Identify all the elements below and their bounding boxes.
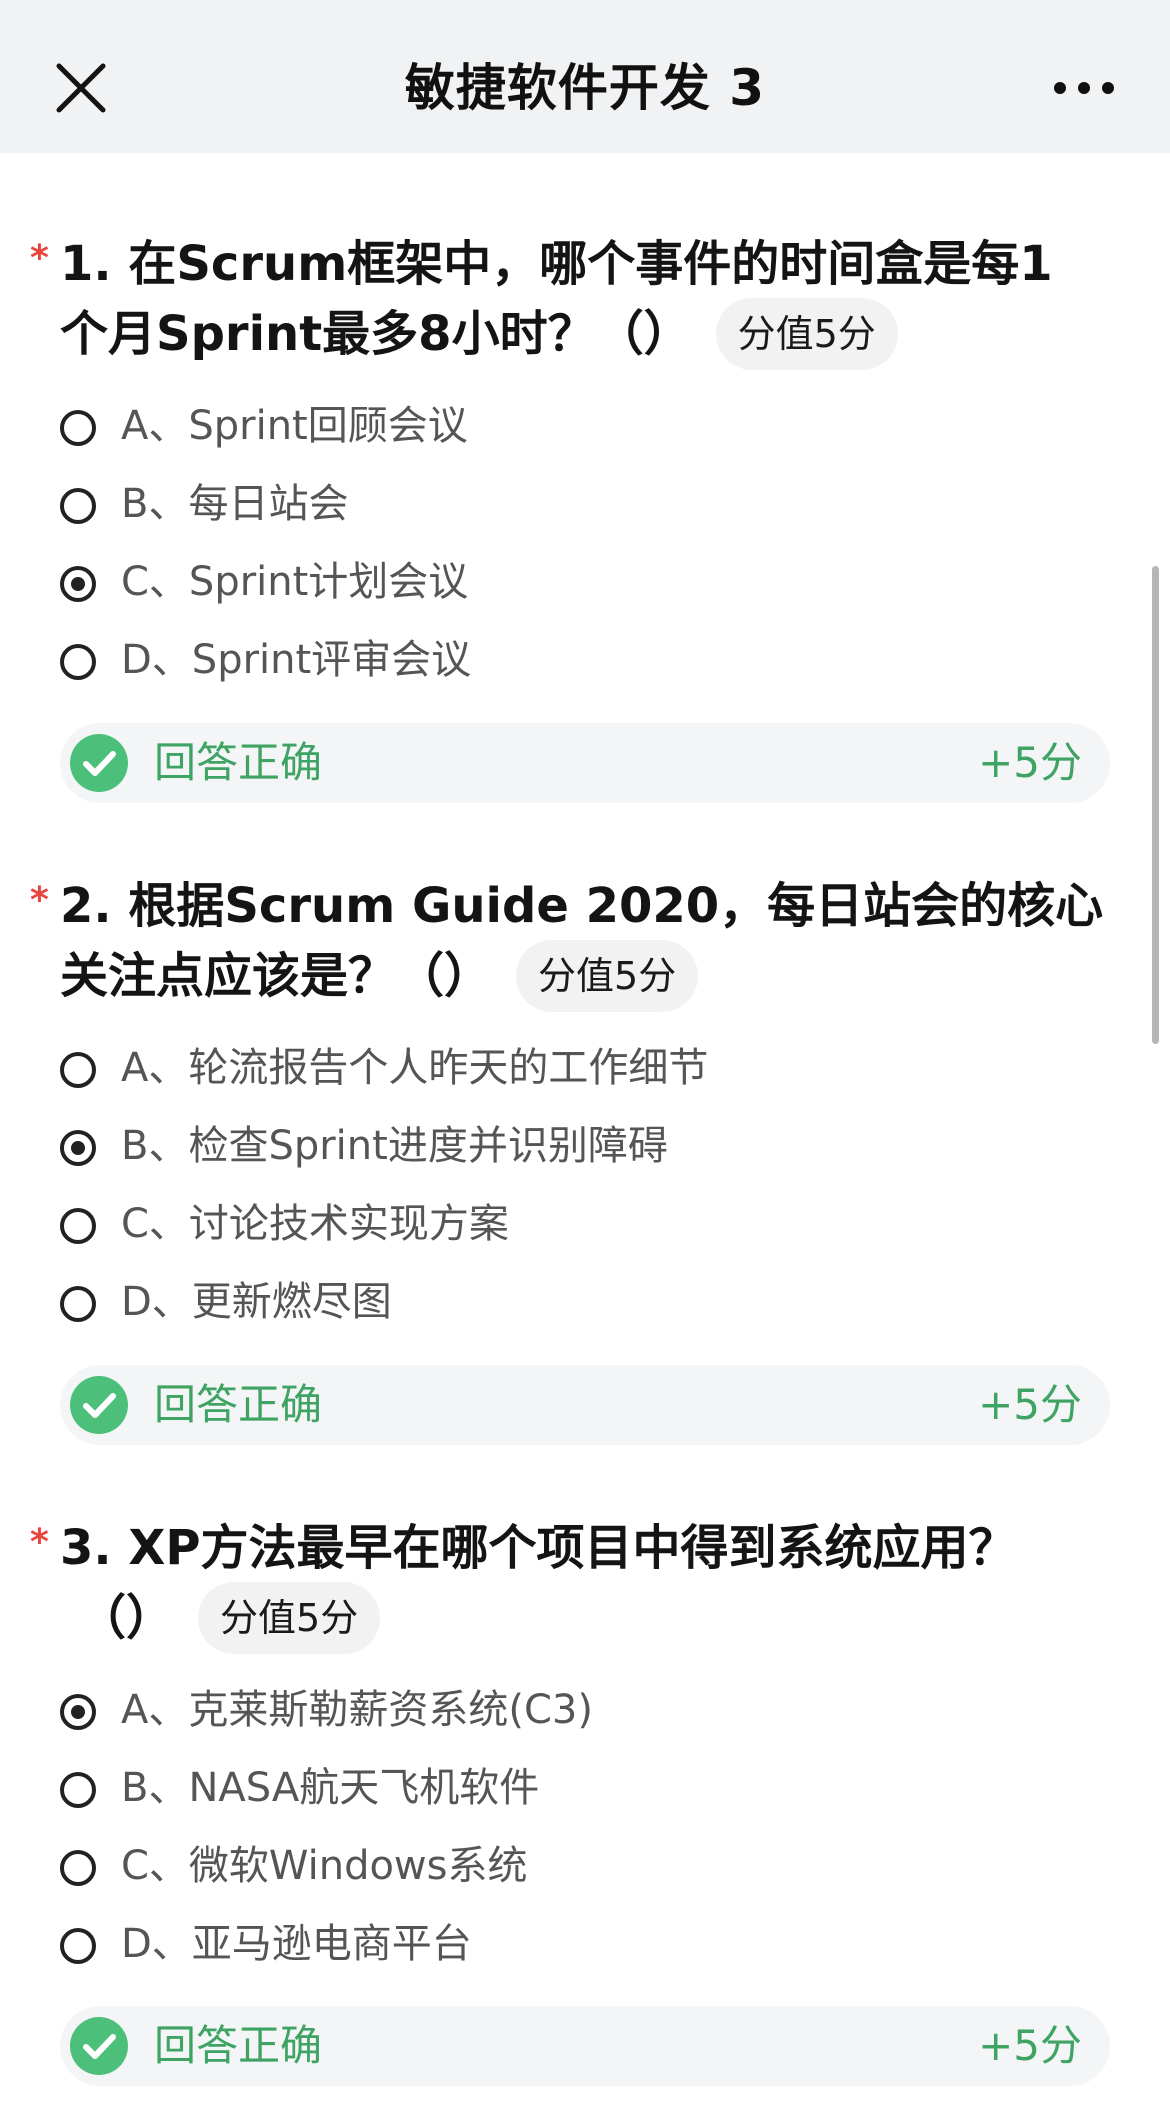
score-badge: 分值5分 — [198, 1582, 381, 1654]
option-a[interactable]: A、Sprint回顾会议 — [58, 398, 1058, 456]
score-badge: 分值5分 — [516, 940, 699, 1012]
page-title: 敏捷软件开发 3 — [404, 59, 766, 117]
check-circle-icon — [70, 734, 128, 792]
option-label: D、更新燃尽图 — [121, 1279, 392, 1325]
radio-icon[interactable] — [60, 1052, 96, 1088]
radio-selected-icon[interactable] — [60, 566, 96, 602]
check-circle-icon — [70, 1376, 128, 1434]
option-c[interactable]: C、Sprint计划会议 — [58, 554, 1058, 612]
score-badge: 分值5分 — [715, 298, 898, 370]
radio-icon[interactable] — [60, 644, 96, 680]
option-label: D、亚马逊电商平台 — [121, 1921, 472, 1967]
option-label: C、讨论技术实现方案 — [121, 1201, 509, 1247]
result-score: +5分 — [978, 1380, 1082, 1429]
option-b[interactable]: B、NASA航天飞机软件 — [58, 1760, 1058, 1818]
option-b[interactable]: B、每日站会 — [58, 476, 1058, 534]
option-label: A、克莱斯勒薪资系统(C3) — [121, 1687, 593, 1733]
question-title-line: 关注点应该是？（） 分值5分 — [60, 940, 699, 1012]
answer-result: 回答正确 +5分 — [60, 723, 1110, 803]
option-a[interactable]: A、克莱斯勒薪资系统(C3) — [58, 1682, 1058, 1740]
required-mark: * — [30, 880, 49, 921]
question-title-line: 3. XP方法最早在哪个项目中得到系统应用？ — [60, 1520, 1017, 1576]
question-title-line: 1. 在Scrum框架中，哪个事件的时间盒是每1 — [60, 236, 1053, 292]
option-d[interactable]: D、亚马逊电商平台 — [58, 1916, 1058, 1974]
option-d[interactable]: D、更新燃尽图 — [58, 1274, 1058, 1332]
option-label: C、微软Windows系统 — [121, 1843, 528, 1889]
question-title-line: （） 分值5分 — [78, 1582, 381, 1654]
result-text: 回答正确 — [154, 738, 323, 787]
radio-icon[interactable] — [60, 1772, 96, 1808]
option-a[interactable]: A、轮流报告个人昨天的工作细节 — [58, 1040, 1058, 1098]
radio-icon[interactable] — [60, 410, 96, 446]
option-d[interactable]: D、Sprint评审会议 — [58, 632, 1058, 690]
option-label: B、每日站会 — [121, 481, 349, 527]
question-title-line: 个月Sprint最多8小时？（） 分值5分 — [60, 298, 898, 370]
radio-icon[interactable] — [60, 1208, 96, 1244]
radio-icon[interactable] — [60, 1928, 96, 1964]
required-mark: * — [30, 238, 49, 279]
top-bar: 敏捷软件开发 3 — [0, 0, 1170, 153]
answer-result: 回答正确 +5分 — [60, 1365, 1110, 1445]
option-label: B、NASA航天飞机软件 — [121, 1765, 540, 1811]
option-b[interactable]: B、检查Sprint进度并识别障碍 — [58, 1118, 1058, 1176]
option-label: A、Sprint回顾会议 — [121, 403, 468, 449]
check-circle-icon — [70, 2017, 128, 2075]
option-label: B、检查Sprint进度并识别障碍 — [121, 1123, 668, 1169]
radio-icon[interactable] — [60, 1286, 96, 1322]
result-text: 回答正确 — [154, 1380, 323, 1429]
required-mark: * — [30, 1522, 49, 1563]
option-label: A、轮流报告个人昨天的工作细节 — [121, 1045, 709, 1091]
radio-selected-icon[interactable] — [60, 1694, 96, 1730]
answer-result: 回答正确 +5分 — [60, 2006, 1110, 2086]
radio-icon[interactable] — [60, 488, 96, 524]
result-text: 回答正确 — [154, 2021, 323, 2070]
radio-selected-icon[interactable] — [60, 1130, 96, 1166]
option-c[interactable]: C、微软Windows系统 — [58, 1838, 1058, 1896]
question-title-line: 2. 根据Scrum Guide 2020，每日站会的核心 — [60, 878, 1104, 934]
option-label: C、Sprint计划会议 — [121, 559, 469, 605]
result-score: +5分 — [978, 738, 1082, 787]
option-c[interactable]: C、讨论技术实现方案 — [58, 1196, 1058, 1254]
result-score: +5分 — [978, 2021, 1082, 2070]
option-label: D、Sprint评审会议 — [121, 637, 472, 683]
radio-icon[interactable] — [60, 1850, 96, 1886]
more-icon[interactable] — [1052, 76, 1116, 100]
scrollbar[interactable] — [1152, 566, 1159, 1044]
